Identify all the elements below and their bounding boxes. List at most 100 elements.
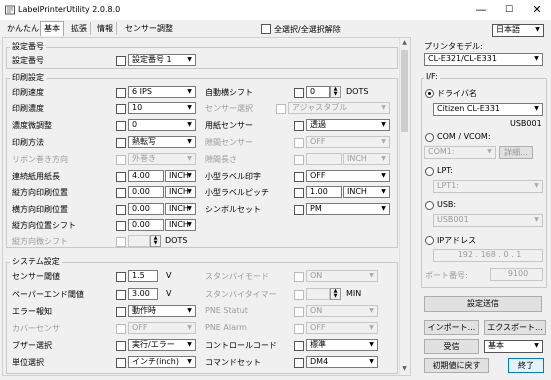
tab-easy[interactable]: かんたん — [4, 22, 43, 35]
auto-shift-spinner[interactable]: ▲ ▼ — [330, 86, 341, 98]
sensor-threshold-input[interactable]: 1.5 — [128, 270, 158, 282]
pne-alarm-checkbox[interactable] — [294, 324, 304, 334]
print-speed-select[interactable]: 6 IPS ▼ — [128, 86, 196, 98]
printer-model-select[interactable]: CL-E321/CL-E331 ▼ — [424, 53, 543, 66]
vertical-fine-shift-input[interactable] — [128, 235, 150, 247]
vertical-shift-checkbox[interactable] — [116, 221, 126, 231]
port-number-input[interactable]: 9100 — [490, 268, 543, 281]
density-adjust-select[interactable]: 0 ▼ — [128, 119, 196, 131]
command-set-select[interactable]: DM4 ▼ — [306, 356, 378, 368]
tab-info[interactable]: 情報 — [94, 22, 117, 35]
print-density-select[interactable]: 10 ▼ — [128, 102, 196, 114]
small-label-print-select[interactable]: OFF ▼ — [306, 170, 390, 182]
standby-mode-select[interactable]: ON ▼ — [306, 270, 378, 282]
small-label-pitch-checkbox[interactable] — [294, 188, 304, 198]
gap-length-checkbox[interactable] — [294, 155, 304, 165]
com-select[interactable]: COM1: ▼ — [424, 146, 496, 159]
horizontal-print-pos-unit-select[interactable]: INCH ▼ — [165, 203, 196, 215]
symbol-set-checkbox[interactable] — [294, 205, 304, 215]
continuous-length-input[interactable]: 4.00 — [128, 170, 164, 182]
receive-button[interactable]: 受信 — [424, 339, 479, 354]
horizontal-print-pos-checkbox[interactable] — [116, 205, 126, 215]
unit-select-dropdown[interactable]: インチ(inch) ▼ — [128, 356, 196, 368]
vertical-shift-input[interactable]: 0.00 — [128, 219, 164, 231]
pne-status-select[interactable]: ON ▼ — [306, 305, 378, 317]
small-label-pitch-input[interactable]: 1.00 — [306, 186, 342, 198]
unit-select-checkbox[interactable] — [116, 358, 126, 368]
gap-length-unit-select[interactable]: INCH ▼ — [343, 153, 390, 165]
pne-status-checkbox[interactable] — [294, 307, 304, 317]
horizontal-print-pos-input[interactable]: 0.00 — [128, 203, 164, 215]
error-notify-checkbox[interactable] — [116, 307, 126, 317]
cover-sensor-select[interactable]: OFF ▼ — [128, 322, 196, 334]
send-settings-button[interactable]: 設定送信 — [424, 296, 542, 312]
gap-sensor-select[interactable]: OFF ▼ — [306, 136, 390, 148]
ribbon-winding-checkbox[interactable] — [116, 155, 126, 165]
receive-mode-select[interactable]: 基本 ▼ — [484, 340, 543, 353]
language-select[interactable]: 日本語 ▼ — [492, 24, 544, 37]
select-all-checkbox[interactable] — [261, 24, 271, 34]
tab-extended[interactable]: 拡張 — [68, 22, 91, 35]
scroll-up-icon[interactable]: ▲ — [399, 38, 410, 48]
scroll-down-icon[interactable]: ▼ — [399, 364, 410, 374]
driver-radio[interactable] — [425, 89, 434, 98]
ip-radio[interactable] — [425, 236, 434, 245]
tab-basic[interactable]: 基本 — [40, 21, 64, 36]
density-adjust-checkbox[interactable] — [116, 121, 126, 131]
vertical-print-pos-input[interactable]: 0.00 — [128, 186, 164, 198]
paper-sensor-checkbox[interactable] — [294, 121, 304, 131]
maximize-button[interactable]: ☐ — [495, 0, 523, 20]
close-button[interactable]: ✕ — [523, 0, 551, 20]
exit-button[interactable]: 終了 — [508, 358, 544, 373]
auto-shift-input[interactable]: 0 — [306, 86, 330, 98]
auto-shift-checkbox[interactable] — [294, 88, 304, 98]
tab-sensor-adjust[interactable]: センサー調整 — [122, 22, 176, 35]
reset-defaults-button[interactable]: 初期値に戻す — [424, 358, 489, 373]
usb-radio[interactable] — [425, 201, 434, 210]
gap-length-input[interactable] — [306, 153, 342, 165]
print-density-checkbox[interactable] — [116, 104, 126, 114]
paper-end-threshold-checkbox[interactable] — [116, 290, 126, 300]
error-notify-select[interactable]: 動作時 ▼ — [128, 305, 196, 317]
continuous-length-checkbox[interactable] — [116, 172, 126, 182]
vertical-fine-shift-spinner[interactable]: ▲ ▼ — [150, 235, 161, 247]
print-method-select[interactable]: 熱転写 ▼ — [128, 136, 196, 148]
cover-sensor-checkbox[interactable] — [116, 324, 126, 334]
gap-sensor-checkbox[interactable] — [294, 138, 304, 148]
pne-alarm-select[interactable]: OFF ▼ — [306, 322, 378, 334]
setting-number-select[interactable]: 設定番号 1 ▼ — [128, 54, 196, 66]
buzzer-checkbox[interactable] — [116, 341, 126, 351]
continuous-length-unit-select[interactable]: INCH ▼ — [165, 170, 196, 182]
print-speed-checkbox[interactable] — [116, 88, 126, 98]
standby-timer-input[interactable] — [306, 288, 330, 300]
ribbon-winding-select[interactable]: 外巻き ▼ — [128, 153, 196, 165]
import-button[interactable]: インポート... — [424, 320, 479, 335]
lpt-radio[interactable] — [425, 167, 434, 176]
ip-address-input[interactable]: 192 . 168 . 0 . 1 — [433, 249, 543, 262]
paper-sensor-select[interactable]: 透過 ▼ — [306, 119, 390, 131]
command-set-checkbox[interactable] — [294, 358, 304, 368]
small-label-print-checkbox[interactable] — [294, 172, 304, 182]
standby-timer-spinner[interactable]: ▲ ▼ — [330, 288, 341, 300]
setting-number-checkbox[interactable] — [116, 56, 126, 66]
driver-select[interactable]: Citizen CL-E331 ▼ — [433, 103, 543, 116]
standby-mode-checkbox[interactable] — [294, 272, 304, 282]
export-button[interactable]: エクスポート... — [484, 320, 546, 335]
vertical-print-pos-unit-select[interactable]: INCH ▼ — [165, 186, 196, 198]
print-method-checkbox[interactable] — [116, 138, 126, 148]
vertical-fine-shift-checkbox[interactable] — [116, 237, 126, 247]
standby-timer-checkbox[interactable] — [294, 290, 304, 300]
sensor-select-dropdown[interactable]: アジャスタブル ▼ — [288, 102, 390, 114]
paper-end-threshold-input[interactable]: 3.00 — [128, 288, 158, 300]
usb-select[interactable]: USB001 ▼ — [433, 214, 543, 227]
sensor-threshold-checkbox[interactable] — [116, 272, 126, 282]
lpt-select[interactable]: LPT1: ▼ — [433, 180, 543, 193]
minimize-button[interactable]: — — [467, 0, 495, 20]
small-label-pitch-unit-select[interactable]: INCH ▼ — [343, 186, 390, 198]
sensor-select-checkbox[interactable] — [276, 104, 286, 114]
scrollbar-thumb[interactable] — [401, 50, 408, 132]
com-detail-button[interactable]: 詳細... — [499, 146, 533, 159]
control-code-select[interactable]: 標準 ▼ — [306, 339, 378, 351]
vertical-shift-unit-select[interactable]: INCH ▼ — [165, 219, 196, 231]
com-radio[interactable] — [425, 133, 434, 142]
